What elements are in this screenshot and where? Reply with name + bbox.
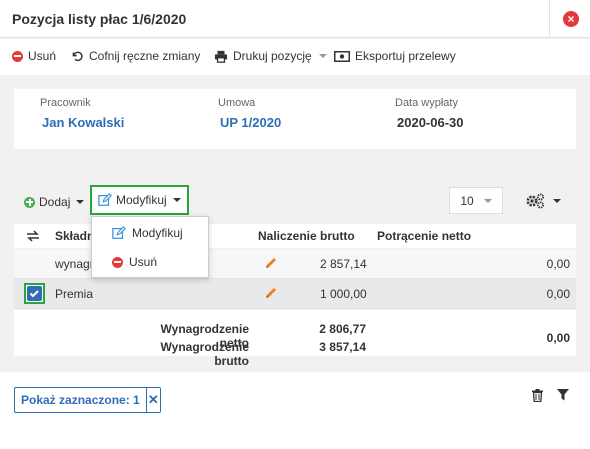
menu-item-modify[interactable]: Modyfikuj xyxy=(92,219,208,247)
undo-icon xyxy=(72,51,83,61)
dialog-header: Pozycja listy płac 1/6/2020 × xyxy=(0,0,590,38)
table-row[interactable]: Premia 1 000,00 0,00 xyxy=(14,279,576,309)
menu-item-label: Modyfikuj xyxy=(132,226,183,240)
edit-icon xyxy=(112,226,126,239)
chevron-down-icon xyxy=(553,199,561,203)
undo-label: Cofnij ręczne zmiany xyxy=(89,49,201,63)
filter-icon[interactable] xyxy=(557,389,569,401)
edit-icon xyxy=(98,193,112,206)
plus-circle-icon xyxy=(24,196,35,208)
undo-manual-changes-button[interactable]: Cofnij ręczne zmiany xyxy=(71,49,200,63)
modify-button[interactable]: Modyfikuj xyxy=(90,185,189,215)
column-net-deduction[interactable]: Potrącenie netto xyxy=(377,229,471,243)
printer-icon xyxy=(214,50,228,63)
close-area: × xyxy=(549,0,590,38)
close-icon[interactable]: × xyxy=(563,11,579,27)
column-gross[interactable]: Naliczenie brutto xyxy=(258,229,355,243)
payday-label: Data wypłaty xyxy=(395,97,458,109)
pencil-icon[interactable] xyxy=(264,256,278,270)
deduction-total-value: 0,00 xyxy=(546,331,570,345)
trash-icon[interactable] xyxy=(532,389,543,402)
contract-link[interactable]: UP 1/2020 xyxy=(220,115,281,130)
chevron-down-icon xyxy=(318,54,327,58)
add-label: Dodaj xyxy=(39,195,71,209)
row-checkbox[interactable] xyxy=(24,283,45,304)
net-salary-value: 2 806,77 xyxy=(319,322,366,336)
summary-row: Wynagrodzenie netto Wynagrodzenie brutto… xyxy=(14,310,576,368)
modify-dropdown-menu: Modyfikuj Usuń xyxy=(91,216,209,278)
money-bill-icon xyxy=(334,50,350,62)
show-selected-label[interactable]: Pokaż zaznaczone: 1 xyxy=(15,388,147,412)
row-gross: 2 857,14 xyxy=(320,257,367,271)
export-transfers-button[interactable]: Eksportuj przelewy xyxy=(334,49,456,63)
print-button[interactable]: Drukuj pozycję xyxy=(214,49,327,63)
pencil-icon[interactable] xyxy=(264,286,278,300)
settings-button[interactable] xyxy=(525,193,561,209)
menu-item-label: Usuń xyxy=(129,255,158,269)
payday-value: 2020-06-30 xyxy=(397,115,464,130)
delete-label: Usuń xyxy=(28,49,57,63)
checkmark-icon xyxy=(27,286,42,301)
add-button[interactable]: Dodaj xyxy=(24,195,85,209)
export-label: Eksportuj przelewy xyxy=(355,49,456,63)
employee-label: Pracownik xyxy=(40,97,91,109)
employee-info-card: Pracownik Jan Kowalski Umowa UP 1/2020 D… xyxy=(14,89,576,149)
show-selected-filter[interactable]: Pokaż zaznaczone: 1 ✕ xyxy=(14,387,161,413)
chevron-down-icon xyxy=(76,200,85,204)
gears-icon xyxy=(526,193,544,209)
row-name: wynagr xyxy=(55,257,94,271)
menu-item-delete[interactable]: Usuń xyxy=(92,248,208,276)
row-gross: 1 000,00 xyxy=(320,287,367,301)
dialog-title: Pozycja listy płac 1/6/2020 xyxy=(12,11,187,27)
row-deduction: 0,00 xyxy=(546,257,570,271)
employee-link[interactable]: Jan Kowalski xyxy=(42,115,124,130)
minus-circle-icon xyxy=(112,256,123,268)
gross-salary-value: 3 857,14 xyxy=(319,340,366,354)
chevron-down-icon xyxy=(172,198,181,202)
gross-salary-label: Wynagrodzenie brutto xyxy=(160,340,249,368)
row-name: Premia xyxy=(55,287,94,301)
column-component[interactable]: Składn xyxy=(55,229,94,243)
clear-filter-icon[interactable]: ✕ xyxy=(147,392,160,408)
toolbar: Usuń Cofnij ręczne zmiany Drukuj pozycję… xyxy=(0,39,590,75)
delete-button[interactable]: Usuń xyxy=(12,49,56,63)
page-size-value: 10 xyxy=(460,193,474,208)
print-label: Drukuj pozycję xyxy=(233,49,312,63)
minus-circle-icon xyxy=(12,50,23,62)
modify-label: Modyfikuj xyxy=(116,193,167,207)
chevron-down-icon xyxy=(483,198,492,203)
contract-label: Umowa xyxy=(218,97,256,109)
swap-icon[interactable] xyxy=(26,230,40,242)
page-size-select[interactable]: 10 xyxy=(449,187,503,214)
row-deduction: 0,00 xyxy=(546,287,570,301)
